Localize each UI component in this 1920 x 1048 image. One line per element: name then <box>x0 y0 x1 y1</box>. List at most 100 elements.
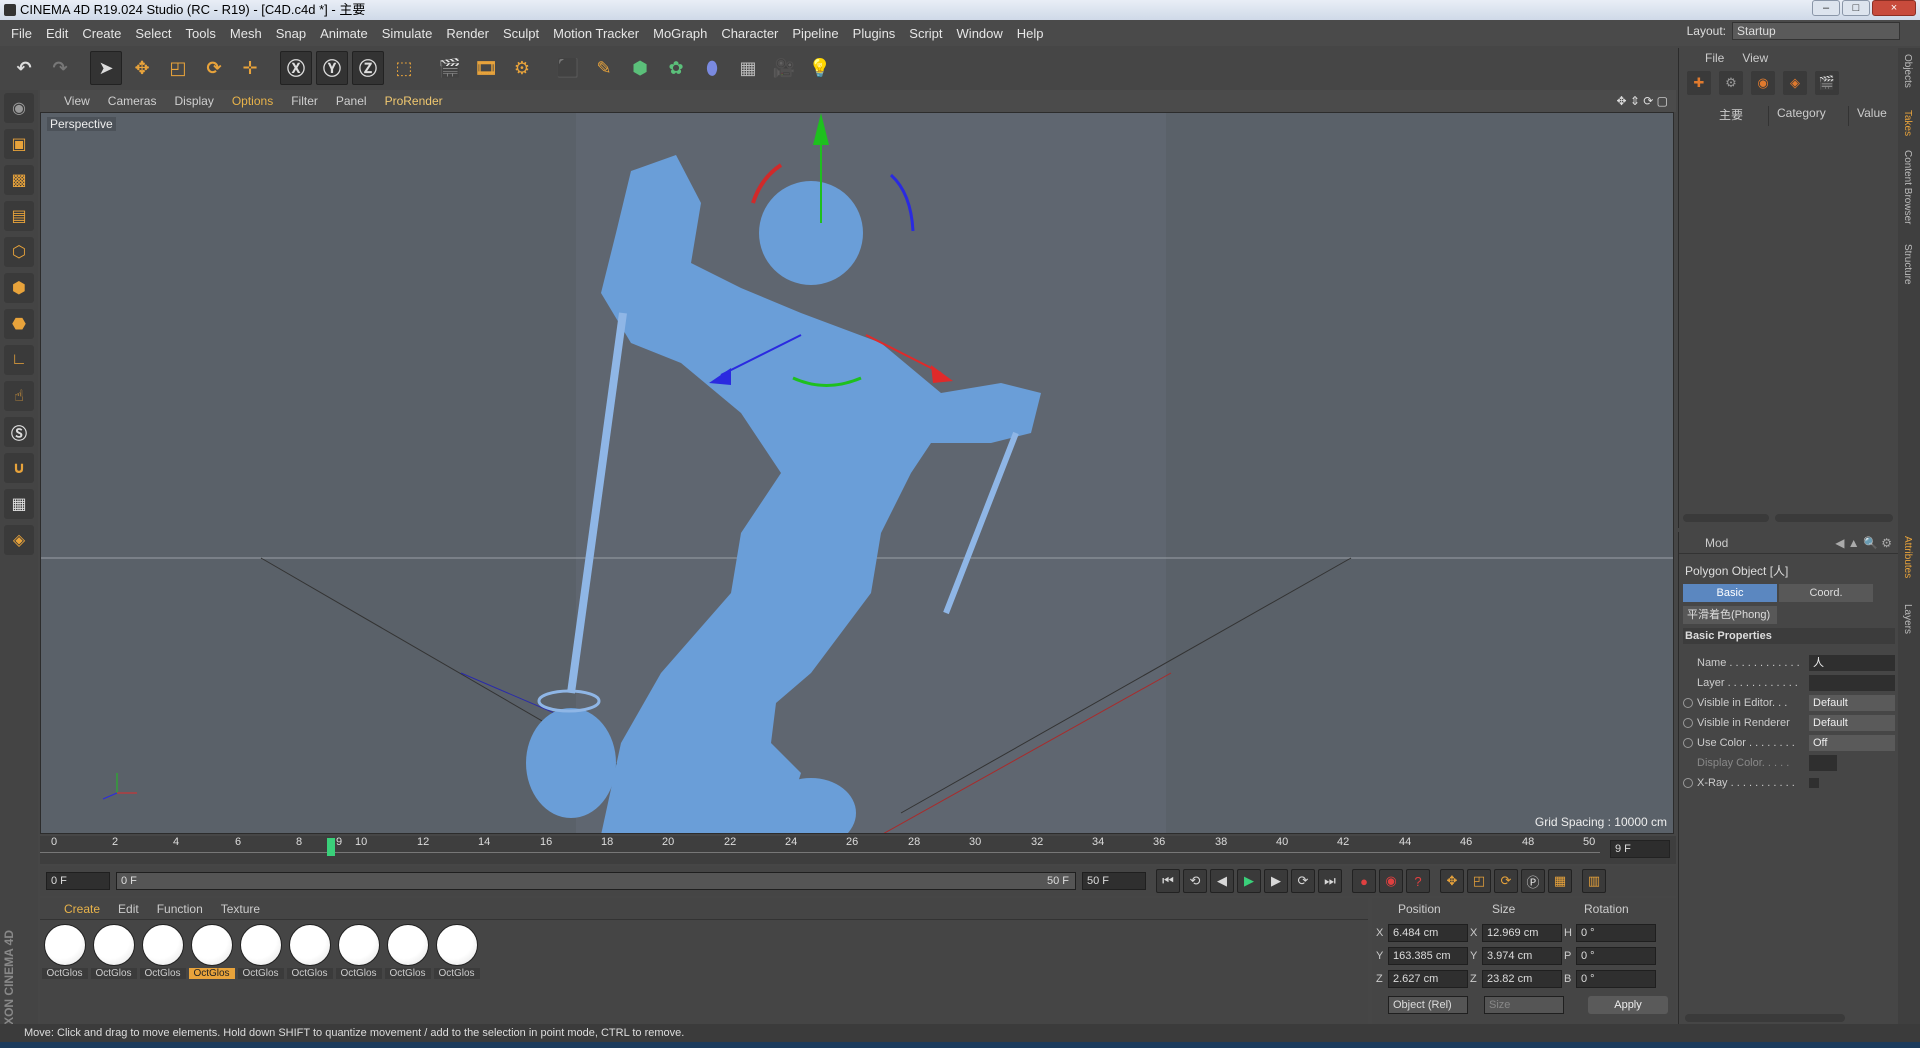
next-frame-icon[interactable]: ▶ <box>1264 869 1288 893</box>
start-frame-field[interactable]: 0 F <box>46 872 110 890</box>
go-to-end-icon[interactable]: ⏭ <box>1318 869 1342 893</box>
size-mode-dropdown[interactable]: Size <box>1484 996 1564 1014</box>
attribute-mode-menu[interactable]: Mod <box>1705 536 1728 550</box>
snap-magnet-icon[interactable]: ∪ <box>4 453 34 483</box>
key-rotation-icon[interactable]: ⟳ <box>1494 869 1518 893</box>
viewport-menu-display[interactable]: Display <box>174 94 213 108</box>
subdivision-icon[interactable]: ⬢ <box>624 51 656 85</box>
key-parameter-icon[interactable]: Ⓟ <box>1521 869 1545 893</box>
take-auto-icon[interactable]: ◉ <box>1751 71 1775 95</box>
minimize-button[interactable]: – <box>1812 0 1840 16</box>
menu-motion-tracker[interactable]: Motion Tracker <box>546 26 646 41</box>
select-icon[interactable]: ➤ <box>90 51 122 85</box>
playhead[interactable] <box>327 838 335 856</box>
menu-tools[interactable]: Tools <box>179 26 223 41</box>
tab-coord[interactable]: Coord. <box>1779 584 1873 602</box>
material-swatch[interactable]: OctGlos <box>286 924 333 979</box>
apply-button[interactable]: Apply <box>1588 996 1668 1014</box>
previous-key-icon[interactable]: ⟲ <box>1183 869 1207 893</box>
render-settings-icon[interactable]: ⚙ <box>506 51 538 85</box>
menu-mograph[interactable]: MoGraph <box>646 26 714 41</box>
go-to-start-icon[interactable]: ⏮ <box>1156 869 1180 893</box>
key-pla-icon[interactable]: ▦ <box>1548 869 1572 893</box>
rotation-h-field[interactable]: 0 ° <box>1576 924 1656 942</box>
layout-dropdown[interactable]: Startup <box>1732 22 1900 40</box>
size-x-field[interactable]: 12.969 cm <box>1482 924 1562 942</box>
menu-edit[interactable]: Edit <box>39 26 75 41</box>
current-frame-field[interactable]: 9 F <box>1610 840 1670 858</box>
render-view-icon[interactable]: 🎬 <box>434 51 466 85</box>
rotation-b-field[interactable]: 0 ° <box>1576 970 1656 988</box>
menu-script[interactable]: Script <box>902 26 949 41</box>
coordinate-system-icon[interactable]: ⬚ <box>388 51 420 85</box>
animate-radio[interactable] <box>1683 698 1693 708</box>
menu-character[interactable]: Character <box>714 26 785 41</box>
floor-icon[interactable]: ▦ <box>732 51 764 85</box>
undo-icon[interactable]: ↶ <box>8 51 40 85</box>
menu-file[interactable]: File <box>4 26 39 41</box>
display-color-swatch[interactable] <box>1809 755 1837 771</box>
redo-icon[interactable]: ↷ <box>44 51 76 85</box>
record-keys-icon[interactable]: ● <box>1352 869 1376 893</box>
axis-mode-icon[interactable]: ∟ <box>4 345 34 375</box>
menu-sculpt[interactable]: Sculpt <box>496 26 546 41</box>
side-tab-structure[interactable]: Structure <box>1902 244 1913 285</box>
menu-simulate[interactable]: Simulate <box>375 26 440 41</box>
take-lock-icon[interactable]: ◈ <box>1783 71 1807 95</box>
viewport-menu-filter[interactable]: Filter <box>291 94 318 108</box>
use-color-dropdown[interactable]: Off <box>1809 735 1895 751</box>
viewport-menu-cameras[interactable]: Cameras <box>108 94 157 108</box>
transform-icon[interactable]: ✛ <box>234 51 266 85</box>
name-field[interactable]: 人 <box>1809 655 1895 671</box>
z-axis-icon[interactable]: Ⓩ <box>352 51 384 85</box>
timeline-window-icon[interactable]: ▥ <box>1582 869 1606 893</box>
position-y-field[interactable]: 163.385 cm <box>1388 947 1468 965</box>
rotation-p-field[interactable]: 0 ° <box>1576 947 1656 965</box>
side-tab-attributes[interactable]: Attributes <box>1902 536 1913 578</box>
lock-workplane-icon[interactable]: ▦ <box>4 489 34 519</box>
scale-icon[interactable]: ◰ <box>162 51 194 85</box>
workplane-icon[interactable]: ▤ <box>4 201 34 231</box>
key-position-icon[interactable]: ✥ <box>1440 869 1464 893</box>
menu-help[interactable]: Help <box>1010 26 1051 41</box>
animate-radio[interactable] <box>1683 718 1693 728</box>
attribute-nav-icons[interactable]: ◀ ▲ 🔍 ⚙ <box>1835 536 1892 550</box>
x-axis-icon[interactable]: Ⓧ <box>280 51 312 85</box>
animate-radio[interactable] <box>1683 778 1693 788</box>
texture-mode-icon[interactable]: ▩ <box>4 165 34 195</box>
material-swatch[interactable]: OctGlos <box>384 924 431 979</box>
viewport-nav-icons[interactable]: ✥ ⇕ ⟳ ▢ <box>1616 94 1668 108</box>
previous-frame-icon[interactable]: ◀ <box>1210 869 1234 893</box>
points-mode-icon[interactable]: ⬡ <box>4 237 34 267</box>
next-key-icon[interactable]: ⟳ <box>1291 869 1315 893</box>
maximize-button[interactable]: □ <box>1842 0 1870 16</box>
size-z-field[interactable]: 23.82 cm <box>1482 970 1562 988</box>
horizontal-scrollbar[interactable] <box>1683 514 1769 522</box>
viewport-menu-prorender[interactable]: ProRender <box>385 94 443 108</box>
tweak-mode-icon[interactable]: ☝ <box>4 381 34 411</box>
viewport-menu-panel[interactable]: Panel <box>336 94 367 108</box>
cloner-icon[interactable]: ✿ <box>660 51 692 85</box>
model-mode-icon[interactable]: ▣ <box>4 129 34 159</box>
rotate-icon[interactable]: ⟳ <box>198 51 230 85</box>
move-icon[interactable]: ✥ <box>126 51 158 85</box>
xray-checkbox[interactable] <box>1809 778 1819 788</box>
viewport-menu-view[interactable]: View <box>64 94 90 108</box>
material-swatch[interactable]: OctGlos <box>139 924 186 979</box>
y-axis-icon[interactable]: Ⓨ <box>316 51 348 85</box>
new-take-icon[interactable]: ✚ <box>1687 71 1711 95</box>
menu-pipeline[interactable]: Pipeline <box>785 26 845 41</box>
material-swatch[interactable]: OctGlos <box>90 924 137 979</box>
planar-workplane-icon[interactable]: ◈ <box>4 525 34 555</box>
menu-plugins[interactable]: Plugins <box>846 26 903 41</box>
material-swatch[interactable]: OctGlos <box>433 924 480 979</box>
side-tab-objects[interactable]: Objects <box>1902 54 1913 88</box>
close-button[interactable]: × <box>1872 0 1916 16</box>
menu-snap[interactable]: Snap <box>269 26 313 41</box>
perspective-viewport[interactable]: Perspective Grid Spacing : 10000 cm <box>40 112 1674 834</box>
layer-field[interactable] <box>1809 675 1895 691</box>
side-tab-layers[interactable]: Layers <box>1902 604 1913 634</box>
material-swatch[interactable]: OctGlos <box>41 924 88 979</box>
material-menu-function[interactable]: Function <box>157 902 203 916</box>
material-swatch[interactable]: OctGlos <box>335 924 382 979</box>
